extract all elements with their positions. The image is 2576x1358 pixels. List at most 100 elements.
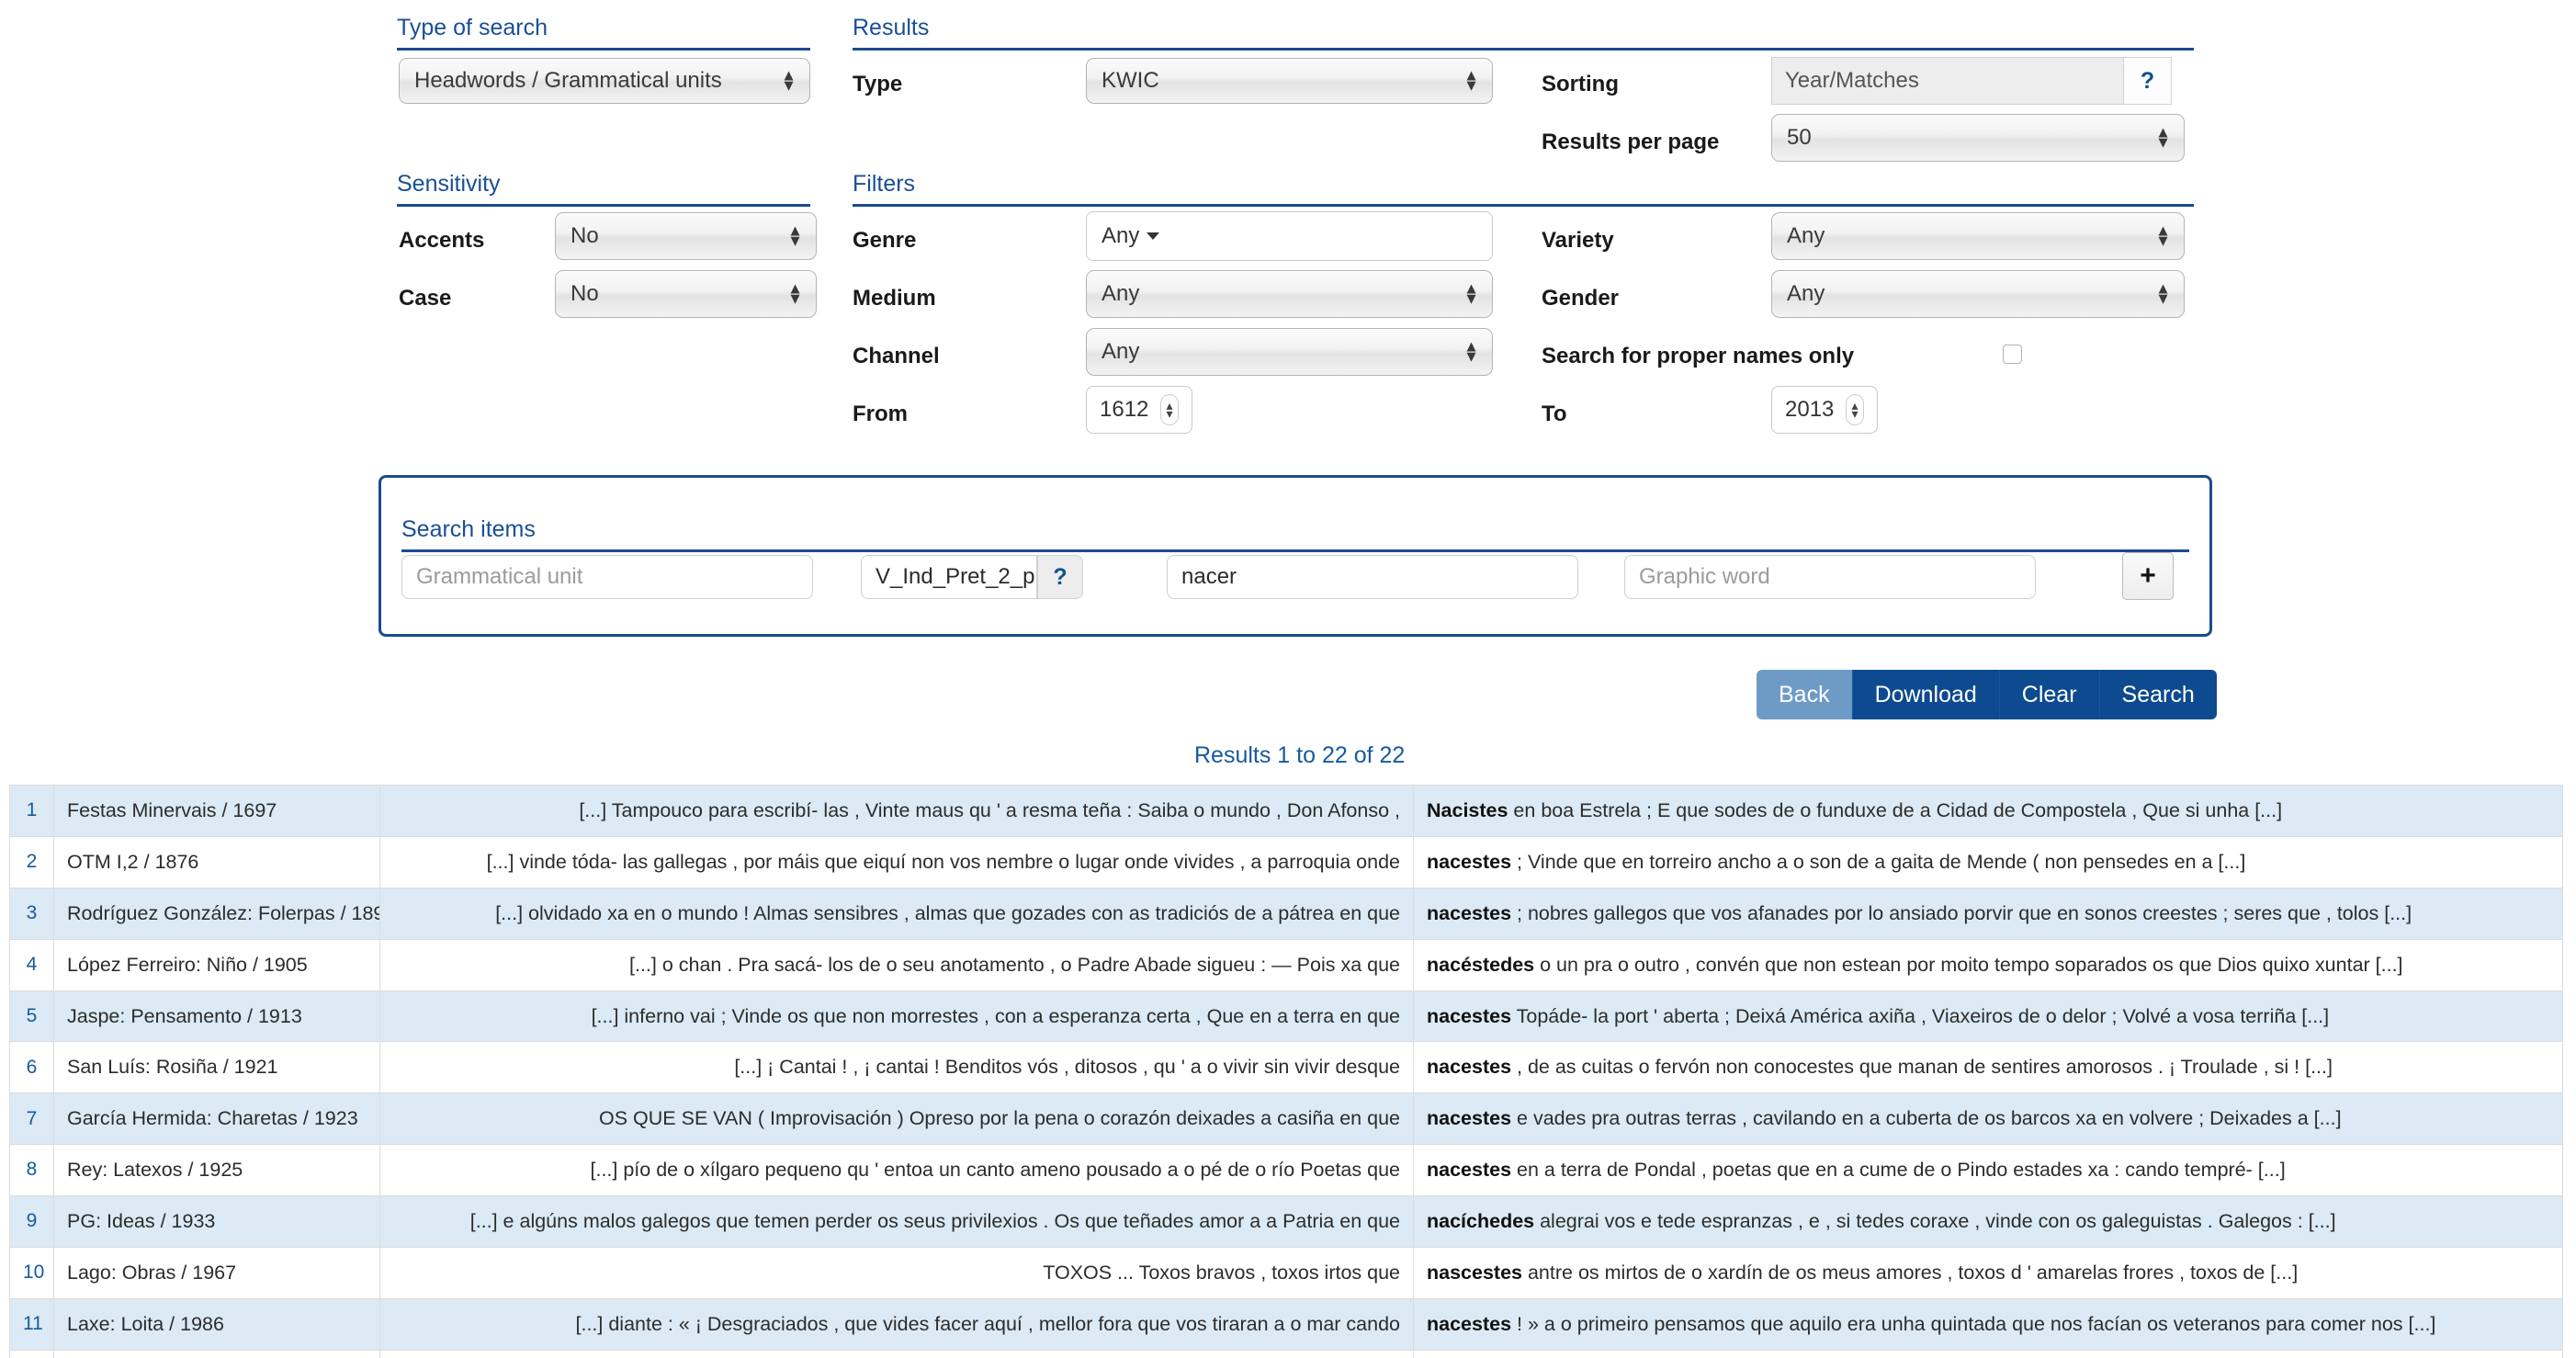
sorting-input[interactable]: Year/Matches [1771, 57, 2124, 105]
channel-select[interactable]: Any ▲ ▼ [1086, 328, 1493, 376]
table-row[interactable]: 9 PG: Ideas / 1933 [...] e algúns malos ga… [9, 1195, 2563, 1248]
results-type-value: KWIC [1102, 68, 1159, 93]
case-select[interactable]: No ▲ ▼ [555, 270, 817, 318]
channel-label: Channel [853, 344, 940, 368]
lemma-input[interactable]: nacer [1167, 555, 1578, 599]
row-keyword-and-right-context: nacestes ! » a o primeiro pensamos que a… [1413, 1297, 2563, 1351]
results-type-label: Type [853, 72, 903, 96]
section-rule-type-of-search [397, 48, 810, 51]
row-number: 4 [9, 938, 54, 991]
row-reference: Rey: Latexos / 1925 [53, 1144, 380, 1196]
search-button[interactable]: Search [2098, 670, 2217, 719]
medium-select[interactable]: Any ▲ ▼ [1086, 270, 1493, 318]
proper-names-checkbox[interactable] [2003, 345, 2022, 364]
row-keyword: nacestes [1427, 1107, 1512, 1130]
select-arrows-icon: ▲ ▼ [2155, 221, 2171, 249]
table-row[interactable]: 3 Rodríguez González: Folerpas / 1894 [...… [9, 887, 2563, 940]
sorting-value: Year/Matches [1785, 68, 1919, 93]
results-type-select[interactable]: KWIC ▲ ▼ [1086, 58, 1493, 104]
section-heading-results: Results [853, 15, 930, 40]
table-row[interactable]: 1 Festas Minervais / 1697 [...] Tampouco p… [9, 785, 2563, 837]
case-value: No [571, 281, 599, 306]
row-reference: San Luís: Rosiña / 1921 [53, 1041, 380, 1094]
row-keyword-and-right-context: nacestes , de as cuitas o fervón non con… [1413, 1041, 2563, 1094]
select-arrows-icon: ▲ ▼ [1463, 66, 1479, 94]
table-row[interactable]: 8 Rey: Latexos / 1925 [...] pío de o xílga… [9, 1144, 2563, 1196]
section-rule-search-items [401, 549, 2189, 552]
gender-select[interactable]: Any ▲ ▼ [1771, 270, 2185, 318]
variety-label: Variety [1542, 228, 1614, 253]
section-heading-filters: Filters [853, 171, 916, 197]
action-button-bar: Back Download Clear Search [1757, 670, 2217, 719]
stepper-icon[interactable]: ▴ ▾ [1160, 394, 1179, 425]
table-row[interactable]: 11 Laxe: Loita / 1986 [...] diante : « ¡ D… [9, 1297, 2563, 1351]
row-keyword-and-right-context: nacestes Topáde- la port ' aberta ; Deix… [1413, 990, 2563, 1043]
type-of-search-select[interactable]: Headwords / Grammatical units ▲ ▼ [399, 58, 810, 104]
row-keyword-and-right-context: nacéstedes o un pra o outro , convén que… [1413, 938, 2563, 991]
tag-input[interactable]: V_Ind_Pret_2_p [861, 555, 1037, 599]
row-reference: Festas Minervais / 1697 [53, 785, 380, 837]
graphic-word-placeholder: Graphic word [1639, 564, 1770, 589]
row-keyword: nacestes [1427, 901, 1512, 924]
select-arrows-icon: ▲ ▼ [787, 279, 803, 307]
sorting-help-button[interactable]: ? [2124, 57, 2172, 105]
proper-names-label: Search for proper names only [1542, 344, 1855, 368]
medium-label: Medium [853, 286, 936, 311]
back-button[interactable]: Back [1757, 670, 1852, 719]
row-keyword-and-right-context: nacestes ; nobres gallegos que vos afana… [1413, 887, 2563, 940]
add-search-item-button[interactable]: + [2122, 552, 2174, 600]
row-keyword-and-right-context: nacestes en a terra de Pondal , poetas q… [1413, 1144, 2563, 1196]
row-left-context: [...] vinde tóda- las gallegas , por mái… [379, 835, 1414, 888]
section-rule-results [853, 48, 2194, 51]
results-per-page-select[interactable]: 50 ▲ ▼ [1771, 114, 2185, 162]
tag-value: V_Ind_Pret_2_p [876, 564, 1035, 589]
row-keyword: Nacistes [1427, 799, 1508, 821]
row-left-context: TOXOS ... Toxos bravos , toxos irtos que [379, 1246, 1414, 1299]
genre-dropdown[interactable]: Any [1086, 211, 1493, 261]
select-arrows-icon: ▲ ▼ [2155, 123, 2171, 151]
to-year-value: 2013 [1785, 397, 1835, 422]
table-row[interactable]: 7 García Hermida: Charetas / 1923 OS QUE S… [9, 1092, 2563, 1146]
select-arrows-icon: ▲ ▼ [787, 221, 803, 249]
graphic-word-input[interactable]: Graphic word [1624, 555, 2036, 599]
table-row[interactable]: 10 Lago: Obras / 1967 TOXOS ... Toxos brav… [9, 1246, 2563, 1299]
row-left-context: [...] pío de o xílgaro pequeno qu ' ento… [379, 1144, 1414, 1196]
row-number: 3 [9, 887, 54, 940]
row-left-context: [...] Tampouco para escribí- las , Vinte… [379, 785, 1414, 837]
section-heading-sensitivity: Sensitivity [397, 171, 501, 197]
genre-value: Any [1102, 223, 1140, 248]
row-keyword: nacestes [1427, 1056, 1512, 1079]
row-number: 7 [9, 1092, 54, 1146]
from-year-input[interactable]: 1612 ▴ ▾ [1086, 386, 1192, 434]
to-year-input[interactable]: 2013 ▴ ▾ [1771, 386, 1878, 434]
clear-button[interactable]: Clear [1998, 670, 2099, 719]
tag-help-button[interactable]: ? [1037, 555, 1083, 599]
select-arrows-icon: ▲ ▼ [781, 66, 797, 94]
grammatical-unit-input[interactable]: Grammatical unit [401, 555, 813, 599]
accents-select[interactable]: No ▲ ▼ [555, 212, 817, 260]
download-button[interactable]: Download [1851, 670, 1999, 719]
results-table: 1 Festas Minervais / 1697 [...] Tampouco p… [9, 785, 2563, 1358]
section-heading-search-items: Search items [401, 516, 536, 542]
row-number: 9 [9, 1195, 54, 1248]
row-left-context: [...] en o tempo de a miña avoa , para q… [379, 1349, 1414, 1358]
gender-value: Any [1787, 281, 1825, 306]
medium-value: Any [1102, 281, 1140, 306]
stepper-icon[interactable]: ▴ ▾ [1846, 394, 1864, 425]
row-keyword: nacéstedes [1427, 953, 1535, 976]
select-arrows-icon: ▲ ▼ [1463, 279, 1479, 307]
row-left-context: [...] inferno vai ; Vinde os que non mor… [379, 990, 1414, 1043]
table-row[interactable]: 4 López Ferreiro: Niño / 1905 [...] o chan… [9, 938, 2563, 991]
table-row[interactable]: 6 San Luís: Rosiña / 1921 [...] ¡ Cantai !… [9, 1041, 2563, 1094]
row-left-context: [...] diante : « ¡ Desgraciados , que vi… [379, 1297, 1414, 1351]
section-rule-sensitivity [397, 204, 810, 207]
row-keyword: nacestes [1427, 1312, 1512, 1335]
results-per-page-label: Results per page [1542, 130, 1720, 154]
row-number: 5 [9, 990, 54, 1043]
select-arrows-icon: ▲ ▼ [2155, 279, 2171, 307]
variety-select[interactable]: Any ▲ ▼ [1771, 212, 2185, 260]
table-row[interactable]: 5 Jaspe: Pensamento / 1913 [...] inferno v… [9, 990, 2563, 1043]
table-row[interactable]: 12Laxe: Loita / 1986[...] en o tempo de … [9, 1349, 2563, 1358]
row-reference: OTM I,2 / 1876 [53, 835, 380, 888]
table-row[interactable]: 2 OTM I,2 / 1876 [...] vinde tóda- las gal… [9, 835, 2563, 888]
